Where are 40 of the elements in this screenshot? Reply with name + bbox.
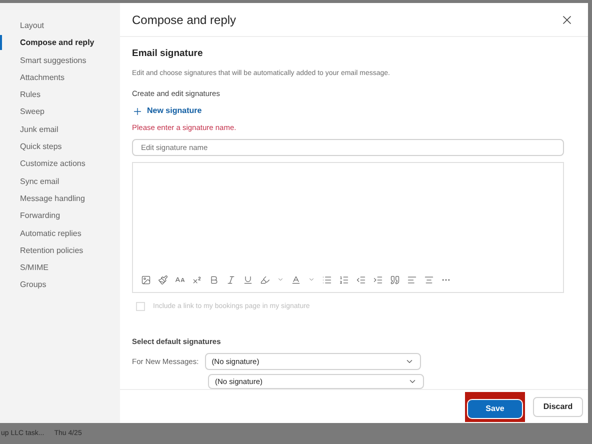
nav-item[interactable]: Customize actions [0,156,107,172]
nav-item[interactable]: Automatic replies [0,226,107,241]
highlighter-icon[interactable] [260,274,270,285]
nav-item[interactable]: Retention policies [0,242,107,258]
nav-item[interactable]: Quick steps [0,139,107,154]
italic-icon[interactable] [226,274,236,285]
nav-item[interactable]: Smart suggestions [0,52,107,68]
plus-icon [132,106,143,116]
section-title: Email signature [132,47,204,61]
dialog-title: Compose and reply [132,12,236,28]
nav-item[interactable]: Junk email [0,122,107,137]
align-center-icon[interactable] [424,274,434,285]
nav-item[interactable]: Message handling [0,190,107,206]
image-icon[interactable] [141,274,151,285]
new-signature-button[interactable]: New signature [132,105,202,117]
nav-item[interactable]: Layout [0,18,107,33]
discard-button[interactable]: Discard [533,396,583,416]
font-color-icon[interactable] [291,274,301,285]
nav-item[interactable]: Sync email [0,174,107,189]
align-left-icon[interactable] [407,274,417,285]
nav-item[interactable]: Compose and reply [0,35,107,50]
nav-item[interactable]: Attachments [0,70,107,85]
nav-item[interactable]: S/MIME [0,260,107,276]
numbered-list-icon[interactable] [339,274,349,285]
underline-icon[interactable] [243,274,253,285]
bold-icon[interactable] [209,274,219,285]
caret-icon[interactable] [308,276,315,284]
nav-item[interactable]: Sweep [0,104,107,120]
quote-icon[interactable] [390,274,400,285]
superscript-icon[interactable] [192,274,202,285]
font-size-icon[interactable] [175,274,185,285]
decrease-indent-icon[interactable] [356,274,366,285]
caret-icon[interactable] [277,276,284,284]
nav-item[interactable]: Forwarding [0,208,107,224]
format-painter-icon[interactable] [158,274,168,285]
bullet-list-icon[interactable] [322,274,332,285]
increase-indent-icon[interactable] [373,274,383,285]
nav-item[interactable]: Rules [0,87,107,102]
nav-item[interactable]: Groups [0,277,107,292]
save-button[interactable]: Save [468,400,522,418]
